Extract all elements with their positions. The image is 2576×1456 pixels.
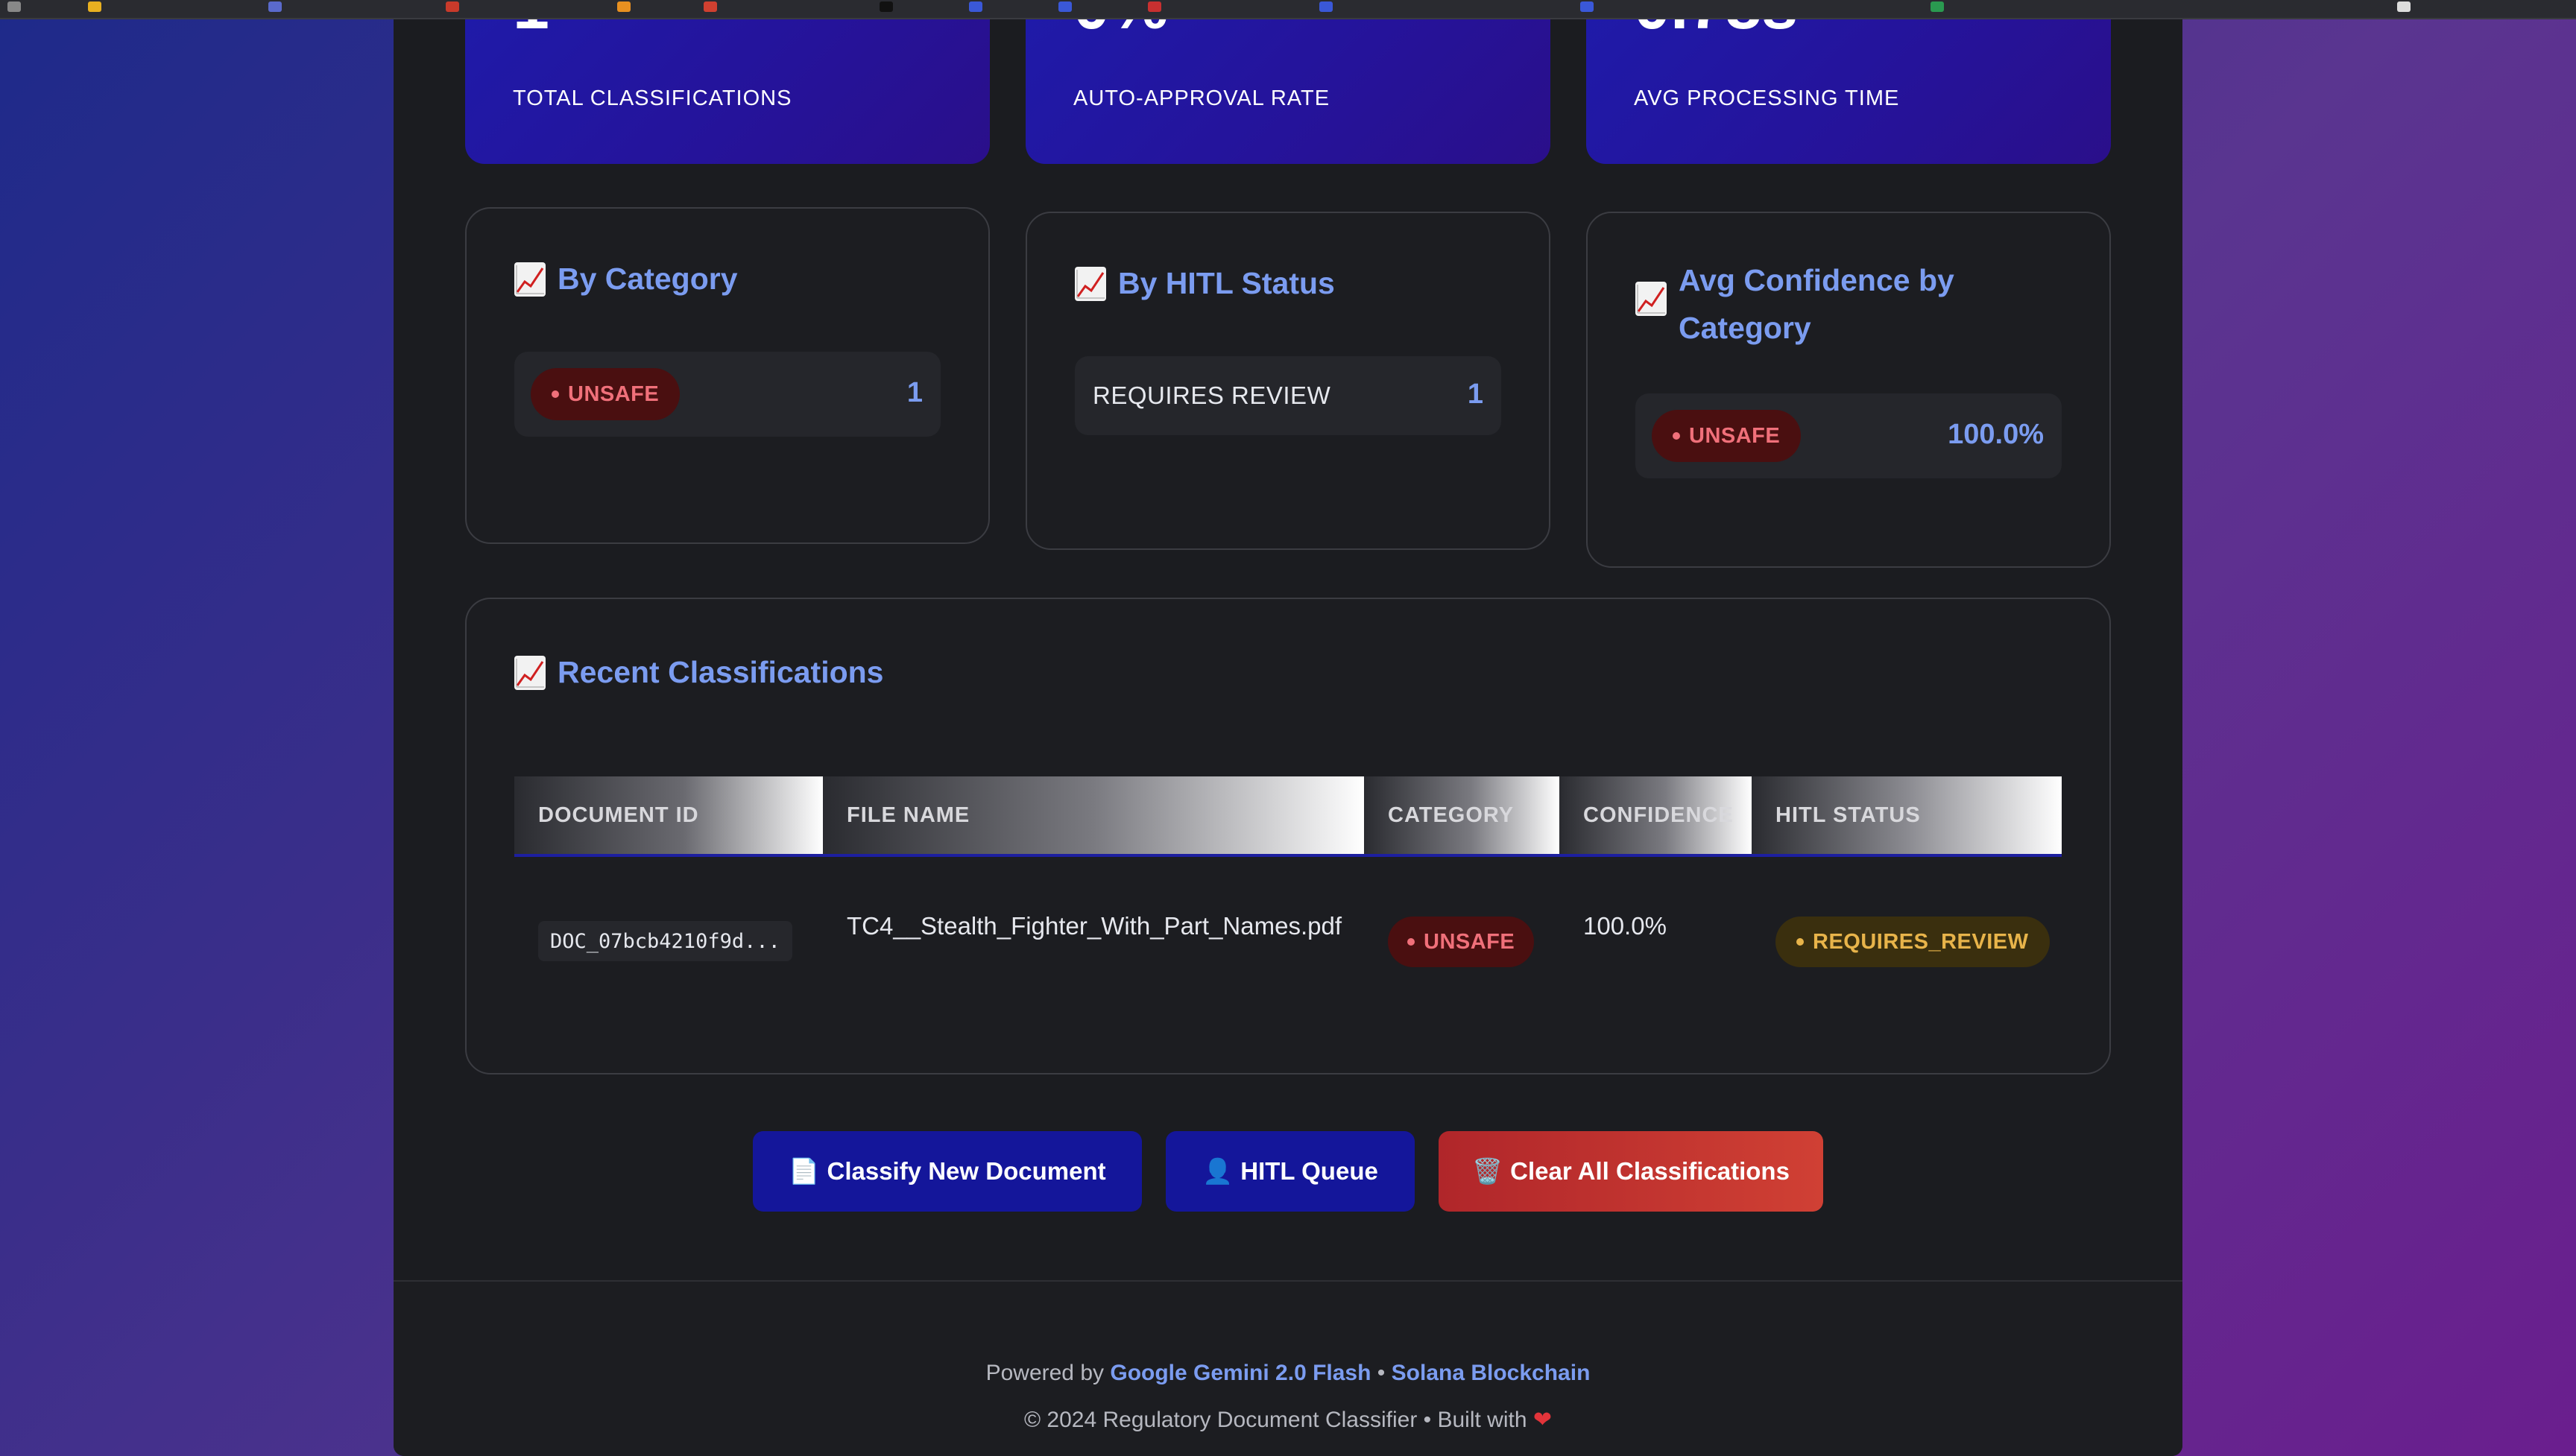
category-badge: UNSAFE (531, 368, 681, 420)
category-row: UNSAFE 1 (514, 352, 941, 437)
powered-by-line: Powered by Google Gemini 2.0 Flash • Sol… (985, 1361, 1591, 1385)
stat-card-total: 1 TOTAL CLASSIFICATIONS (465, 19, 990, 164)
trash-icon: 🗑️ (1472, 1156, 1503, 1185)
column-header-confidence[interactable]: CONFIDENCE (1559, 776, 1752, 854)
stat-value: 0% (1073, 19, 1168, 39)
bookmark-icon[interactable] (268, 1, 282, 12)
hitl-status-label: REQUIRES REVIEW (1093, 382, 1331, 409)
stat-value: 1 (513, 19, 549, 39)
panel-title: Avg Confidence by Category (1635, 256, 2053, 352)
confidence-row: UNSAFE 100.0% (1635, 393, 2062, 478)
bookmark-icon[interactable] (446, 1, 459, 12)
hitl-status-row: REQUIRES REVIEW 1 (1075, 356, 1501, 435)
bookmark-icon[interactable] (7, 1, 21, 12)
avg-confidence-panel: Avg Confidence by Category UNSAFE 100.0% (1586, 212, 2111, 568)
confidence-cell: 100.0% (1583, 912, 1667, 940)
bookmark-icon[interactable] (2397, 1, 2411, 12)
hitl-queue-button[interactable]: 👤 HITL Queue (1166, 1131, 1415, 1212)
stat-card-processing-time: 0.78s AVG PROCESSING TIME (1586, 19, 2111, 164)
stat-value: 0.78s (1634, 19, 1798, 39)
hitl-status-badge: REQUIRES_REVIEW (1775, 917, 2050, 967)
recent-classifications-panel: Recent Classifications DOCUMENT ID FILE … (465, 598, 2111, 1074)
copyright-line: © 2024 Regulatory Document Classifier • … (1023, 1408, 1553, 1432)
bookmark-icon[interactable] (1931, 1, 1944, 12)
bookmark-icon[interactable] (704, 1, 717, 12)
panel-title-text: Avg Confidence by Category (1679, 263, 1954, 345)
solana-link[interactable]: Solana Blockchain (1392, 1361, 1591, 1385)
bookmark-icon[interactable] (1148, 1, 1161, 12)
heart-icon: ❤ (1532, 1408, 1553, 1432)
confidence-value: 100.0% (1948, 419, 2044, 450)
panel-title-text: Recent Classifications (558, 655, 884, 689)
bookmark-icon[interactable] (969, 1, 982, 12)
bookmark-icon[interactable] (1580, 1, 1594, 12)
footer: Powered by Google Gemini 2.0 Flash • Sol… (394, 1280, 2182, 1456)
column-header-file-name[interactable]: FILE NAME (823, 776, 1364, 854)
category-count: 1 (906, 377, 923, 408)
bookmark-icon[interactable] (1058, 1, 1072, 12)
panel-title-text: By Category (558, 262, 738, 296)
document-id-cell: DOC_07bcb4210f9d... (538, 921, 792, 961)
bookmark-icon[interactable] (1319, 1, 1333, 12)
stat-card-auto-approval: 0% AUTO-APPROVAL RATE (1026, 19, 1550, 164)
bookmark-icon[interactable] (617, 1, 631, 12)
gemini-link[interactable]: Google Gemini 2.0 Flash (1110, 1361, 1371, 1385)
clear-all-classifications-button[interactable]: 🗑️ Clear All Classifications (1439, 1131, 1823, 1212)
person-icon: 👤 (1202, 1156, 1234, 1185)
hitl-status-count: 1 (1467, 379, 1483, 410)
by-category-panel: By Category UNSAFE 1 (465, 207, 990, 544)
panel-title: By HITL Status (1075, 259, 1335, 307)
browser-bookmarks-bar (0, 0, 2576, 19)
panel-title-text: By HITL Status (1118, 266, 1335, 300)
table-header: DOCUMENT ID FILE NAME CATEGORY CONFIDENC… (514, 776, 2062, 857)
column-header-document-id[interactable]: DOCUMENT ID (514, 776, 823, 854)
chart-increasing-icon (1635, 282, 1667, 316)
dashboard-container: 1 TOTAL CLASSIFICATIONS 0% AUTO-APPROVAL… (394, 19, 2182, 1456)
stat-label: AVG PROCESSING TIME (1634, 86, 1900, 110)
category-badge: UNSAFE (1388, 917, 1535, 967)
chart-increasing-icon (514, 262, 546, 297)
document-icon: 📄 (789, 1156, 820, 1185)
panel-title: Recent Classifications (514, 648, 884, 696)
chart-increasing-icon (514, 656, 546, 690)
column-header-category[interactable]: CATEGORY (1364, 776, 1559, 854)
confidence-badge: UNSAFE (1652, 410, 1802, 462)
stat-label: TOTAL CLASSIFICATIONS (513, 86, 792, 110)
stat-label: AUTO-APPROVAL RATE (1073, 86, 1330, 110)
file-name-cell: TC4__Stealth_Fighter_With_Part_Names.pdf (847, 912, 1342, 940)
bookmark-icon[interactable] (880, 1, 893, 12)
column-header-hitl-status[interactable]: HITL STATUS (1752, 776, 2062, 854)
chart-increasing-icon (1075, 267, 1106, 301)
bookmark-icon[interactable] (88, 1, 101, 12)
classify-new-document-button[interactable]: 📄 Classify New Document (753, 1131, 1142, 1212)
panel-title: By Category (514, 255, 738, 303)
by-hitl-status-panel: By HITL Status REQUIRES REVIEW 1 (1026, 212, 1550, 550)
